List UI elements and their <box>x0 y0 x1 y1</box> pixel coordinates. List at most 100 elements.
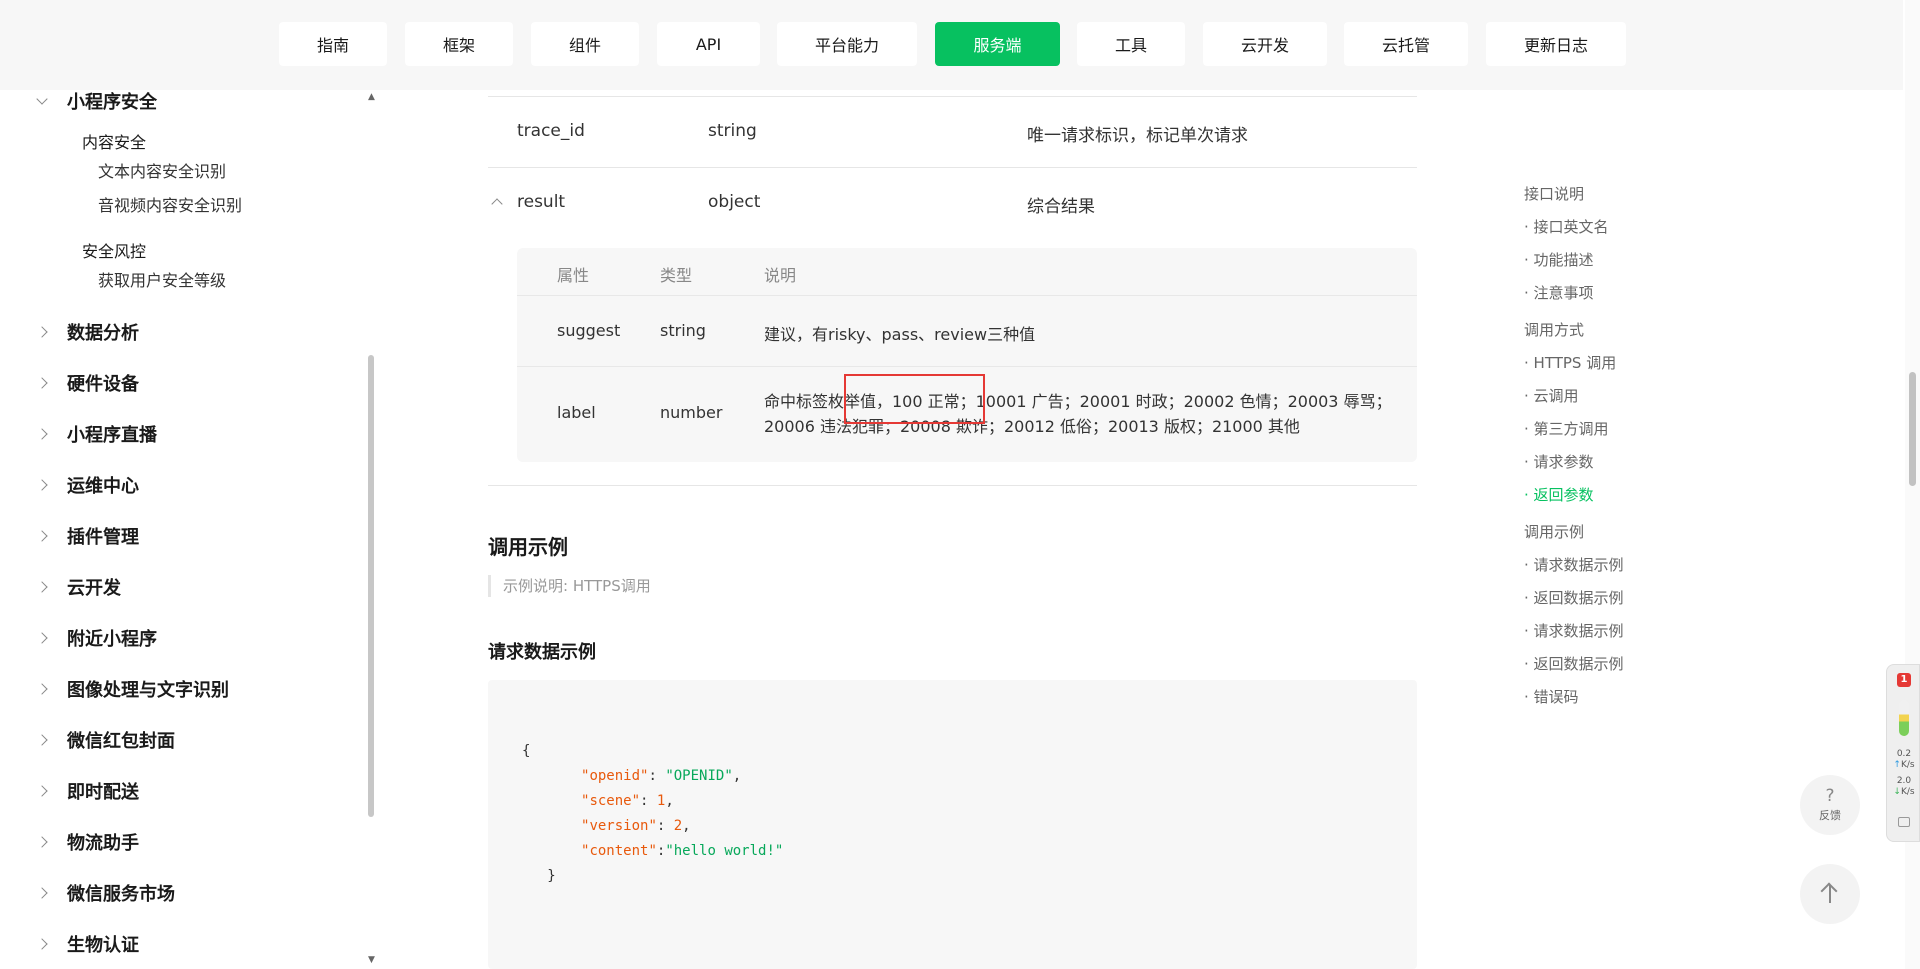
subtable-divider <box>517 295 1417 296</box>
sidebar-item-label: 生物认证 <box>67 935 139 956</box>
tab-guide[interactable]: 指南 <box>279 22 387 66</box>
subtable-header-desc: 说明 <box>764 266 797 285</box>
tab-tools[interactable]: 工具 <box>1077 22 1185 66</box>
tab-api[interactable]: API <box>657 22 760 66</box>
window-scrollbar-thumb[interactable] <box>1909 372 1916 486</box>
sidebar-item-label: 运维中心 <box>67 476 139 497</box>
tab-components[interactable]: 组件 <box>531 22 639 66</box>
example-note: 示例说明: HTTPS调用 <box>488 575 651 597</box>
highlight-box <box>844 374 985 424</box>
code-end: , <box>732 768 742 784</box>
code-key: "version" <box>581 818 657 834</box>
subparam-type: string <box>660 321 706 340</box>
top-navigation: 指南 框架 组件 API 平台能力 服务端 工具 云开发 云托管 更新日志 <box>0 0 1903 90</box>
network-speed-widget[interactable]: 1 0.2 ↑K/s 2.0 ↓K/s <box>1886 664 1920 842</box>
tab-changelog[interactable]: 更新日志 <box>1486 22 1626 66</box>
sidebar-item-label: 微信服务市场 <box>67 884 175 905</box>
toc-item[interactable]: · HTTPS 调用 <box>1524 352 1616 373</box>
toc-item[interactable]: · 请求数据示例 <box>1524 554 1624 575</box>
tab-cloud-dev[interactable]: 云开发 <box>1203 22 1327 66</box>
upload-speed: 0.2 ↑K/s <box>1893 749 1915 770</box>
download-speed-unit: K/s <box>1900 787 1915 797</box>
back-to-top-button[interactable] <box>1800 864 1860 924</box>
subsection-heading: 请求数据示例 <box>488 642 596 663</box>
camera-icon[interactable] <box>1898 817 1910 827</box>
result-subtable: 属性 类型 说明 suggest string 建议，有risky、pass、r… <box>517 248 1417 462</box>
question-icon: ? <box>1825 786 1835 806</box>
table-divider <box>488 167 1417 168</box>
tab-server[interactable]: 服务端 <box>935 22 1060 66</box>
sidebar-item-label: 微信红包封面 <box>67 731 175 752</box>
subparam-name: suggest <box>557 321 621 340</box>
code-key: "openid" <box>581 768 649 784</box>
code-value: "OPENID" <box>665 768 733 784</box>
sidebar-section-label: 小程序安全 <box>67 92 157 113</box>
toc-item[interactable]: · 云调用 <box>1524 385 1579 406</box>
code-brace: } <box>547 868 556 884</box>
tab-framework[interactable]: 框架 <box>405 22 513 66</box>
code-content: { "openid": "OPENID", "scene": 1, "versi… <box>522 739 783 889</box>
toc-item[interactable]: · 错误码 <box>1524 686 1579 707</box>
toc-item[interactable]: · 第三方调用 <box>1524 418 1609 439</box>
toc-item[interactable]: · 返回数据示例 <box>1524 587 1624 608</box>
tab-platform[interactable]: 平台能力 <box>777 22 917 66</box>
section-heading: 调用示例 <box>488 535 568 559</box>
param-name[interactable]: result <box>517 192 565 212</box>
toc-item-active[interactable]: · 返回参数 <box>1524 484 1594 505</box>
toc-item[interactable]: · 返回数据示例 <box>1524 653 1624 674</box>
sidebar <box>0 90 372 969</box>
sidebar-item-label: 插件管理 <box>67 527 139 548</box>
sidebar-item-label: 附近小程序 <box>67 629 157 650</box>
code-end: , <box>665 793 674 809</box>
toc-item[interactable]: 调用示例 <box>1524 521 1584 542</box>
sidebar-item-label: 数据分析 <box>67 323 139 344</box>
download-speed: 2.0 ↓K/s <box>1893 776 1915 797</box>
feedback-button[interactable]: ? 反馈 <box>1800 775 1860 835</box>
arrow-up-icon <box>1829 885 1831 903</box>
toc-item[interactable]: 调用方式 <box>1524 319 1584 340</box>
param-desc: 唯一请求标识，标记单次请求 <box>1027 126 1248 146</box>
toc-item[interactable]: · 注意事项 <box>1524 282 1594 303</box>
toc-item[interactable]: · 接口英文名 <box>1524 216 1609 237</box>
download-speed-value: 2.0 <box>1896 776 1912 786</box>
code-sep: : <box>656 818 674 834</box>
upload-speed-value: 0.2 <box>1896 749 1912 759</box>
sidebar-item-media-security[interactable]: 音视频内容安全识别 <box>98 192 242 216</box>
sidebar-item-label: 硬件设备 <box>67 374 139 395</box>
sidebar-item-label: 云开发 <box>67 578 121 599</box>
subtable-header-type: 类型 <box>660 266 693 285</box>
table-divider <box>488 485 1417 486</box>
sidebar-item-text-security[interactable]: 文本内容安全识别 <box>98 158 226 182</box>
subparam-name: label <box>557 403 596 422</box>
collapse-chevron-icon[interactable] <box>491 198 503 210</box>
notification-badge: 1 <box>1897 673 1911 687</box>
sidebar-item-label: 图像处理与文字识别 <box>67 680 229 701</box>
sidebar-scrollbar-thumb[interactable] <box>368 355 374 817</box>
code-sep: : <box>648 768 666 784</box>
param-desc: 综合结果 <box>1027 197 1095 217</box>
toc-item[interactable]: · 请求参数 <box>1524 451 1594 472</box>
toc-item[interactable]: 接口说明 <box>1524 183 1584 204</box>
code-sep: : <box>640 793 657 809</box>
code-key: "content" <box>581 843 657 859</box>
subtable-divider <box>517 366 1417 367</box>
sidebar-item-label: 小程序直播 <box>67 425 157 446</box>
sidebar-scrollbar[interactable] <box>367 92 375 969</box>
code-key: "scene" <box>581 793 641 809</box>
code-brace: { <box>522 743 531 759</box>
sidebar-group-risk-control: 安全风控 <box>82 242 147 261</box>
upload-speed-unit: K/s <box>1900 760 1915 770</box>
toc-item[interactable]: · 请求数据示例 <box>1524 620 1624 641</box>
param-type: string <box>708 121 757 141</box>
subparam-type: number <box>660 403 723 422</box>
feedback-label: 反馈 <box>1819 809 1841 822</box>
param-name: trace_id <box>517 121 585 141</box>
code-value: "hello world!" <box>665 843 784 859</box>
tab-cloud-hosting[interactable]: 云托管 <box>1344 22 1468 66</box>
code-end: , <box>682 818 691 834</box>
table-divider <box>488 96 1417 97</box>
sidebar-item-label: 物流助手 <box>67 833 139 854</box>
sidebar-item-user-risk-rank[interactable]: 获取用户安全等级 <box>98 267 226 291</box>
toc-item[interactable]: · 功能描述 <box>1524 249 1594 270</box>
param-type: object <box>708 192 761 212</box>
